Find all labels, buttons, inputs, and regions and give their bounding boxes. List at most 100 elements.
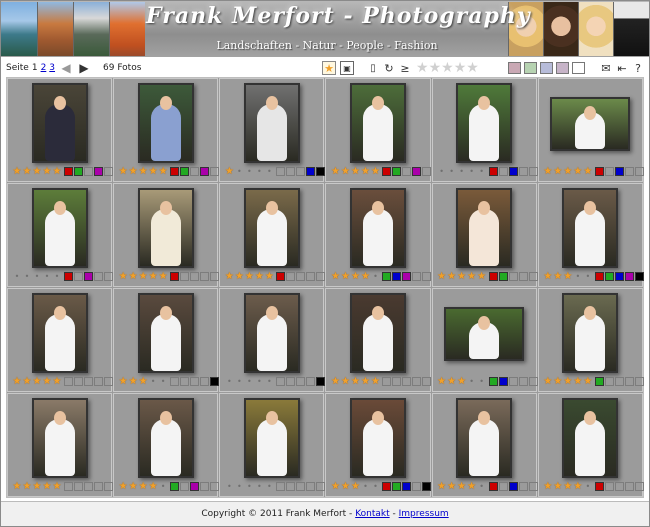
header-thumb-mountain[interactable] (73, 2, 109, 56)
color-filter-box[interactable] (508, 62, 521, 74)
star-filled-icon[interactable]: ★ (477, 271, 487, 282)
color-label-square[interactable] (104, 482, 113, 491)
star-filled-icon[interactable]: ★ (360, 376, 370, 387)
color-label-square[interactable] (634, 167, 644, 176)
color-label-square[interactable] (84, 167, 93, 176)
color-label-square[interactable] (528, 377, 538, 386)
star-filled-icon[interactable]: ★ (42, 166, 52, 177)
star-empty-icon[interactable]: • (437, 167, 447, 177)
star-filled-icon[interactable]: ★ (543, 376, 553, 387)
star-empty-icon[interactable]: • (360, 482, 370, 492)
star-empty-icon[interactable]: • (264, 482, 274, 492)
color-label-square[interactable] (84, 272, 93, 281)
rating-stars[interactable]: ★ ★ ★ ★ • (437, 481, 487, 492)
thumbnail-cell[interactable]: ★ ★ ★ ★ ★ (325, 78, 432, 182)
thumbnail-cell[interactable]: ★ ★ ★ • • (113, 288, 220, 392)
star-filled-icon[interactable]: ★ (118, 376, 128, 387)
star-filled-icon[interactable]: ★ (543, 271, 553, 282)
color-label-square[interactable] (180, 167, 190, 176)
color-label-square[interactable] (594, 482, 604, 491)
star-filled-icon[interactable]: ★ (32, 376, 42, 387)
color-label-square[interactable] (392, 272, 402, 281)
photo-thumbnail[interactable] (350, 398, 407, 478)
photo-thumbnail[interactable] (31, 83, 88, 163)
star-filled-icon[interactable]: ★ (148, 271, 158, 282)
star-empty-icon[interactable]: • (477, 167, 487, 177)
color-label-square[interactable] (104, 377, 113, 386)
star-filled-icon[interactable]: ★ (52, 481, 62, 492)
color-label-square[interactable] (392, 167, 402, 176)
star-filled-icon[interactable]: ★ (32, 481, 42, 492)
header-thumb-portrait-4[interactable] (613, 2, 649, 56)
color-label-square[interactable] (296, 377, 306, 386)
photo-thumbnail[interactable] (456, 83, 513, 163)
color-label-square[interactable] (306, 167, 316, 176)
color-label-square[interactable] (74, 482, 83, 491)
color-label-square[interactable] (276, 482, 286, 491)
color-label-square[interactable] (296, 482, 306, 491)
rating-filter-star[interactable]: ★ (466, 61, 479, 75)
star-filled-icon[interactable]: ★ (118, 271, 128, 282)
star-filled-icon[interactable]: ★ (350, 481, 360, 492)
color-label-square[interactable] (528, 482, 538, 491)
photo-thumbnail[interactable] (243, 83, 300, 163)
star-filled-icon[interactable]: ★ (573, 376, 583, 387)
rating-filter-star[interactable]: ★ (416, 61, 429, 75)
color-label-square[interactable] (276, 272, 286, 281)
star-filled-icon[interactable]: ★ (128, 271, 138, 282)
color-label-square[interactable] (316, 167, 326, 176)
color-label-square[interactable] (624, 482, 634, 491)
star-filled-icon[interactable]: ★ (340, 481, 350, 492)
star-filled-icon[interactable]: ★ (128, 166, 138, 177)
photo-thumbnail[interactable] (31, 188, 88, 268)
star-filled-icon[interactable]: ★ (330, 376, 340, 387)
color-label-square[interactable] (64, 167, 73, 176)
color-label-square[interactable] (402, 377, 412, 386)
star-empty-icon[interactable]: • (370, 272, 380, 282)
star-filled-icon[interactable]: ★ (340, 376, 350, 387)
star-empty-icon[interactable]: • (457, 167, 467, 177)
color-label-square[interactable] (422, 377, 432, 386)
color-label-square[interactable] (276, 167, 286, 176)
star-empty-icon[interactable]: • (148, 377, 158, 387)
star-filled-icon[interactable]: ★ (457, 376, 467, 387)
star-filled-icon[interactable]: ★ (543, 166, 553, 177)
star-filled-icon[interactable]: ★ (264, 271, 274, 282)
color-label-square[interactable] (200, 482, 210, 491)
color-label-square[interactable] (94, 272, 103, 281)
photo-thumbnail[interactable] (562, 398, 619, 478)
star-empty-icon[interactable]: • (254, 167, 264, 177)
color-label-square[interactable] (624, 272, 634, 281)
color-label-square[interactable] (306, 482, 316, 491)
star-filled-icon[interactable]: ★ (447, 271, 457, 282)
color-label-square[interactable] (316, 482, 326, 491)
color-label-square[interactable] (316, 377, 326, 386)
color-label-square[interactable] (306, 272, 316, 281)
color-label-square[interactable] (200, 377, 210, 386)
rating-filter[interactable]: ★ ★ ★ ★ ★ (416, 61, 479, 75)
phone-view-icon[interactable]: ▯ (366, 61, 380, 75)
color-label-square[interactable] (74, 377, 83, 386)
color-filter-box[interactable] (524, 62, 537, 74)
star-filled-icon[interactable]: ★ (350, 166, 360, 177)
star-empty-icon[interactable]: • (234, 377, 244, 387)
rating-stars[interactable]: • • • • • (12, 272, 62, 282)
color-label-square[interactable] (210, 272, 220, 281)
color-label-square[interactable] (498, 167, 508, 176)
color-label-square[interactable] (518, 377, 528, 386)
rating-stars[interactable]: • • • • • (224, 482, 274, 492)
prev-page-icon[interactable]: ◀ (59, 61, 73, 75)
color-label-square[interactable] (528, 272, 538, 281)
star-filled-icon[interactable]: ★ (563, 376, 573, 387)
thumbnail-cell[interactable]: • • • • • (431, 78, 538, 182)
star-filled-icon[interactable]: ★ (563, 271, 573, 282)
star-filled-icon[interactable]: ★ (350, 376, 360, 387)
color-label-square[interactable] (210, 167, 220, 176)
color-label-square[interactable] (180, 482, 190, 491)
thumbnail-cell[interactable]: ★ ★ ★ ★ ★ (7, 393, 113, 497)
star-empty-icon[interactable]: • (22, 272, 32, 282)
color-label-square[interactable] (614, 377, 624, 386)
color-label-square[interactable] (286, 482, 296, 491)
star-empty-icon[interactable]: • (224, 377, 234, 387)
star-empty-icon[interactable]: • (12, 272, 22, 282)
